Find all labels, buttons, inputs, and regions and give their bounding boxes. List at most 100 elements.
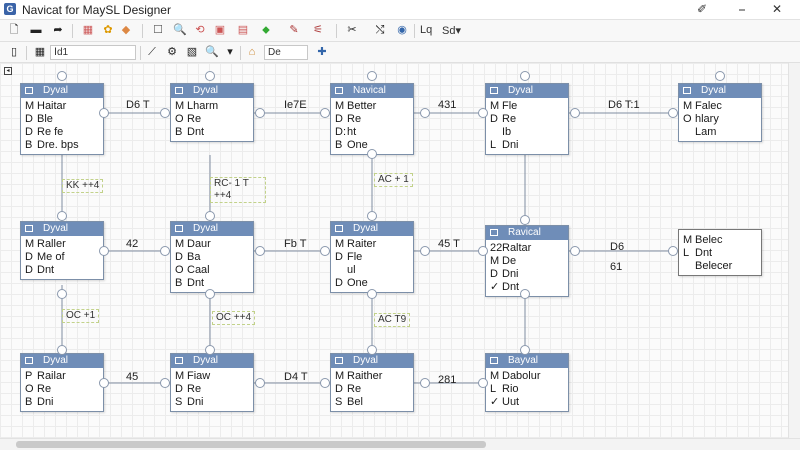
connector-node[interactable]	[320, 108, 330, 118]
connector-node[interactable]	[367, 345, 377, 355]
entity-box[interactable]: Dyval M Daur D Ba O Caal B Dnt	[170, 221, 254, 293]
entity-field[interactable]: L Dni	[490, 139, 568, 152]
connector-node[interactable]	[320, 378, 330, 388]
entity-box[interactable]: Dyval M Fle D Re Ib L Dni	[485, 83, 569, 155]
entity-field[interactable]: M Raiter	[335, 238, 413, 251]
annotation-note[interactable]: AC + 1	[374, 173, 413, 187]
new-file-icon[interactable]: 🗋	[6, 23, 22, 38]
entity-field[interactable]: ✓ Uut	[490, 396, 568, 409]
connector-node[interactable]	[205, 345, 215, 355]
entity-field[interactable]: O Re	[25, 383, 103, 396]
zoom-icon[interactable]: 🔍	[204, 45, 220, 60]
entity-field[interactable]: O Re	[175, 113, 253, 126]
entity-field[interactable]: M Belec	[683, 234, 761, 247]
entity-field[interactable]: D:ht	[335, 126, 413, 139]
entity-field[interactable]: Lam	[683, 126, 761, 139]
entity-box[interactable]: Dyval P Railar O Re B Dni	[20, 353, 104, 412]
entity-field[interactable]: D Re	[335, 383, 413, 396]
connector-node[interactable]	[255, 246, 265, 256]
table-icon[interactable]: ▦	[80, 23, 96, 38]
entity-field[interactable]: D Re	[335, 113, 413, 126]
annotation-note[interactable]: OC ++4	[212, 311, 256, 325]
pin-icon[interactable]: ✐	[690, 1, 714, 18]
scrollbar-thumb[interactable]	[16, 441, 486, 448]
entity-box[interactable]: Dyval M Lharm O Re B Dnt	[170, 83, 254, 142]
view-icon[interactable]: ✿	[100, 23, 116, 38]
connector-node[interactable]	[478, 378, 488, 388]
connect-icon[interactable]: ⤭	[372, 23, 388, 38]
entity-field[interactable]: D Dni	[490, 268, 568, 281]
connector-node[interactable]	[367, 289, 377, 299]
add-icon[interactable]: ✚	[314, 45, 330, 60]
vertical-scrollbar[interactable]	[788, 63, 800, 438]
refresh-icon[interactable]: ⟲	[192, 23, 208, 38]
entity-field[interactable]: M Falec	[683, 100, 761, 113]
entity-field[interactable]: M Fiaw	[175, 370, 253, 383]
entity-field[interactable]: M Better	[335, 100, 413, 113]
entity-field[interactable]: D One	[335, 277, 413, 290]
connector-node[interactable]	[255, 378, 265, 388]
annotation-note[interactable]: AC T9	[374, 313, 411, 327]
entity-field[interactable]: ul	[335, 264, 413, 277]
entity-field[interactable]: O Caal	[175, 264, 253, 277]
entity-box[interactable]: Dyval M Raither D Re S Bel	[330, 353, 414, 412]
entity-box[interactable]: Dyval M Falec Ohlary Lam	[678, 83, 762, 142]
entity-field[interactable]: M Dabolur	[490, 370, 568, 383]
entity-field[interactable]: D Re	[175, 383, 253, 396]
connector-node[interactable]	[99, 246, 109, 256]
annotation-note[interactable]: OC +1	[62, 309, 100, 323]
connector-node[interactable]	[570, 108, 580, 118]
layer-icon[interactable]: ▦	[32, 45, 48, 60]
cut-icon[interactable]: ✂	[344, 23, 360, 38]
annotation-note[interactable]: KK ++4	[62, 179, 104, 193]
diagram-canvas[interactable]: ◂ Dyval M Haitar D Ble D Re fe B Dre. bps Dy…	[0, 63, 800, 450]
grid-icon[interactable]: ▤	[235, 23, 251, 38]
send-icon[interactable]: ➦	[50, 23, 66, 38]
entity-box[interactable]: Dyval M Fiaw D Re S Dni	[170, 353, 254, 412]
home-icon[interactable]: ⌂	[244, 45, 260, 60]
shape-icon[interactable]: ▧	[184, 45, 200, 60]
entity-field[interactable]: D Re	[490, 113, 568, 126]
entity-field[interactable]: S Dni	[175, 396, 253, 409]
entity-field[interactable]: L Rio	[490, 383, 568, 396]
entity-field[interactable]: D Ba	[175, 251, 253, 264]
entity-field[interactable]: Ohlary	[683, 113, 761, 126]
entity-field[interactable]: 22Raltar	[490, 242, 568, 255]
connector-node[interactable]	[160, 108, 170, 118]
connector-node[interactable]	[367, 211, 377, 221]
entity-field[interactable]: M Lharm	[175, 100, 253, 113]
connector-node[interactable]	[367, 149, 377, 159]
connector-node[interactable]	[478, 108, 488, 118]
entity-field[interactable]: B Dni	[25, 396, 103, 409]
entity-field[interactable]: D Me of	[25, 251, 103, 264]
connector-node[interactable]	[520, 289, 530, 299]
entity-field[interactable]: B Dre. bps	[25, 139, 103, 152]
entity-field[interactable]: M Raller	[25, 238, 103, 251]
connector-node[interactable]	[160, 246, 170, 256]
entity-box[interactable]: Dyval M Raiter D Fle ul D One	[330, 221, 414, 293]
connector-node[interactable]	[255, 108, 265, 118]
connector-node[interactable]	[160, 378, 170, 388]
connector-node[interactable]	[57, 71, 67, 81]
panel-toggle-icon[interactable]: ▯	[6, 45, 22, 60]
layer-select[interactable]: Ⅰd1	[50, 45, 136, 60]
open-folder-icon[interactable]: ▬	[28, 23, 44, 38]
horizontal-scrollbar[interactable]	[0, 438, 800, 450]
chevron-down-icon[interactable]: ▾	[222, 45, 238, 60]
connector-node[interactable]	[420, 378, 430, 388]
search-icon[interactable]: 🔍	[172, 23, 188, 38]
minimize-button[interactable]: ⎯	[730, 1, 754, 18]
entity-field[interactable]: P Railar	[25, 370, 103, 383]
pen-icon[interactable]: ✎	[286, 23, 302, 38]
connector-node[interactable]	[57, 345, 67, 355]
entity-field[interactable]: D Fle	[335, 251, 413, 264]
connector-node[interactable]	[715, 71, 725, 81]
entity-field[interactable]: B Dnt	[175, 277, 253, 290]
entity-field[interactable]: L Dnt	[683, 247, 761, 260]
connector-node[interactable]	[420, 246, 430, 256]
connector-node[interactable]	[570, 246, 580, 256]
globe-icon[interactable]: ◉	[394, 23, 410, 38]
entity-field[interactable]: M Daur	[175, 238, 253, 251]
connector-node[interactable]	[99, 378, 109, 388]
entity-field[interactable]: D Re fe	[25, 126, 103, 139]
